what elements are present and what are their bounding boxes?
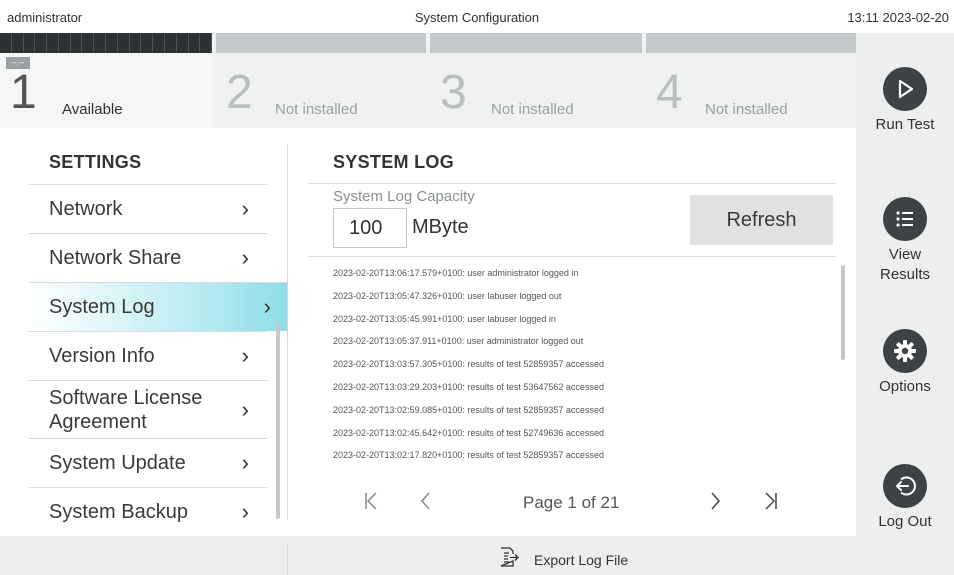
- chevron-right-icon: ›: [241, 450, 249, 475]
- refresh-button[interactable]: Refresh: [690, 195, 833, 245]
- log-entry: 2023-02-20T13:05:45.991+0100: user labus…: [333, 313, 556, 324]
- chevron-right-icon: ›: [241, 396, 249, 422]
- module-number: 3: [440, 66, 467, 119]
- log-list: 2023-02-20T13:06:17.579+0100: user admin…: [333, 265, 833, 470]
- settings-item-system-update[interactable]: System Update ›: [29, 438, 267, 487]
- module-tab-1[interactable]: --:-- 1 Available: [0, 33, 213, 128]
- log-entry: 2023-02-20T13:02:45.642+0100: results of…: [333, 427, 604, 438]
- view-results-button[interactable]: View Results: [856, 197, 954, 284]
- chevron-right-icon: ›: [241, 499, 249, 524]
- settings-item-label: System Update: [49, 452, 186, 474]
- chevron-right-icon: ›: [263, 294, 271, 319]
- chevron-right-icon: ›: [241, 196, 249, 221]
- module-number: 1: [10, 66, 37, 119]
- log-entry: 2023-02-20T13:05:47.326+0100: user labus…: [333, 290, 562, 301]
- gear-icon: [883, 329, 927, 373]
- settings-item-system-backup[interactable]: System Backup ›: [29, 487, 267, 536]
- section-title: SYSTEM LOG: [333, 152, 455, 172]
- module-tab-4[interactable]: 4 Not installed: [646, 33, 856, 128]
- module-progress-strip: [430, 33, 642, 53]
- settings-item-label: Version Info: [49, 345, 155, 367]
- view-results-label: View Results: [879, 246, 931, 283]
- top-status-bar: administrator System Configuration 13:11…: [0, 0, 954, 33]
- settings-item-system-log[interactable]: System Log ›: [29, 282, 287, 331]
- chevron-right-icon: ›: [241, 343, 249, 368]
- log-entry: 2023-02-20T13:02:59.085+0100: results of…: [333, 404, 604, 415]
- module-status: Not installed: [275, 101, 358, 118]
- log-out-label: Log Out: [878, 513, 932, 530]
- module-status: Available: [62, 101, 123, 118]
- divider: [308, 183, 836, 184]
- page-indicator: Page 1 of 21: [523, 493, 620, 512]
- module-tab-2[interactable]: 2 Not installed: [216, 33, 426, 128]
- settings-item-version-info[interactable]: Version Info ›: [29, 331, 267, 380]
- options-label: Options: [879, 378, 931, 395]
- settings-item-network[interactable]: Network ›: [29, 184, 267, 233]
- module-tabs: --:-- 1 Available 2 Not installed 3 Not …: [0, 33, 856, 128]
- capacity-field[interactable]: 100: [333, 208, 407, 248]
- settings-item-label: Software License Agreement: [49, 386, 203, 433]
- bottom-bar: Export Log File: [0, 536, 856, 575]
- previous-page-icon[interactable]: [419, 490, 433, 518]
- log-out-button[interactable]: Log Out: [856, 464, 954, 532]
- module-progress-strip: [0, 33, 213, 53]
- page-title: System Configuration: [414, 10, 540, 25]
- module-progress-strip: [216, 33, 426, 53]
- datetime: 13:11 2023-02-20: [847, 10, 949, 25]
- settings-item-label: Network: [49, 198, 123, 220]
- module-status: Not installed: [491, 101, 574, 118]
- last-page-icon[interactable]: [763, 490, 779, 518]
- export-log-button[interactable]: Export Log File: [498, 546, 628, 573]
- settings-item-label: System Backup: [49, 501, 188, 523]
- play-icon: [883, 67, 927, 111]
- log-entry: 2023-02-20T13:03:57.305+0100: results of…: [333, 359, 604, 370]
- export-icon: [498, 546, 520, 573]
- log-out-icon: [883, 464, 927, 508]
- settings-menu: SETTINGS Network › Network Share › Syste…: [0, 128, 287, 536]
- capacity-unit: MByte: [412, 216, 469, 238]
- chevron-right-icon: ›: [241, 245, 249, 270]
- capacity-label: System Log Capacity: [333, 188, 475, 205]
- next-page-icon[interactable]: [708, 490, 722, 518]
- module-status: Not installed: [705, 101, 788, 118]
- module-number: 2: [226, 66, 253, 119]
- settings-item-label: Network Share: [49, 247, 182, 269]
- module-progress-strip: [646, 33, 856, 53]
- log-entry: 2023-02-20T13:03:29.203+0100: results of…: [333, 381, 604, 392]
- divider: [287, 544, 288, 575]
- settings-scrollbar[interactable]: [276, 323, 280, 519]
- export-label: Export Log File: [534, 551, 629, 568]
- right-action-bar: Run Test View Results Options Log Out: [856, 33, 954, 575]
- log-scrollbar[interactable]: [841, 265, 845, 360]
- log-entry: 2023-02-20T13:02:17.820+0100: results of…: [333, 450, 604, 461]
- run-test-label: Run Test: [875, 116, 935, 133]
- settings-item-software-license[interactable]: Software License Agreement ›: [29, 380, 267, 438]
- log-entry: 2023-02-20T13:05:37.911+0100: user admin…: [333, 336, 584, 347]
- run-test-button[interactable]: Run Test: [856, 67, 954, 135]
- settings-item-network-share[interactable]: Network Share ›: [29, 233, 267, 282]
- settings-header: SETTINGS: [49, 152, 142, 172]
- options-button[interactable]: Options: [856, 329, 954, 397]
- pagination: Page 1 of 21: [333, 490, 833, 520]
- settings-item-label: System Log: [49, 296, 155, 318]
- system-log-panel: SYSTEM LOG System Log Capacity 100 MByte…: [288, 128, 856, 536]
- first-page-icon[interactable]: [363, 490, 379, 518]
- log-entry: 2023-02-20T13:06:17.579+0100: user admin…: [333, 268, 579, 278]
- module-tab-3[interactable]: 3 Not installed: [430, 33, 642, 128]
- list-icon: [883, 197, 927, 241]
- module-number: 4: [656, 66, 683, 119]
- divider: [308, 256, 836, 257]
